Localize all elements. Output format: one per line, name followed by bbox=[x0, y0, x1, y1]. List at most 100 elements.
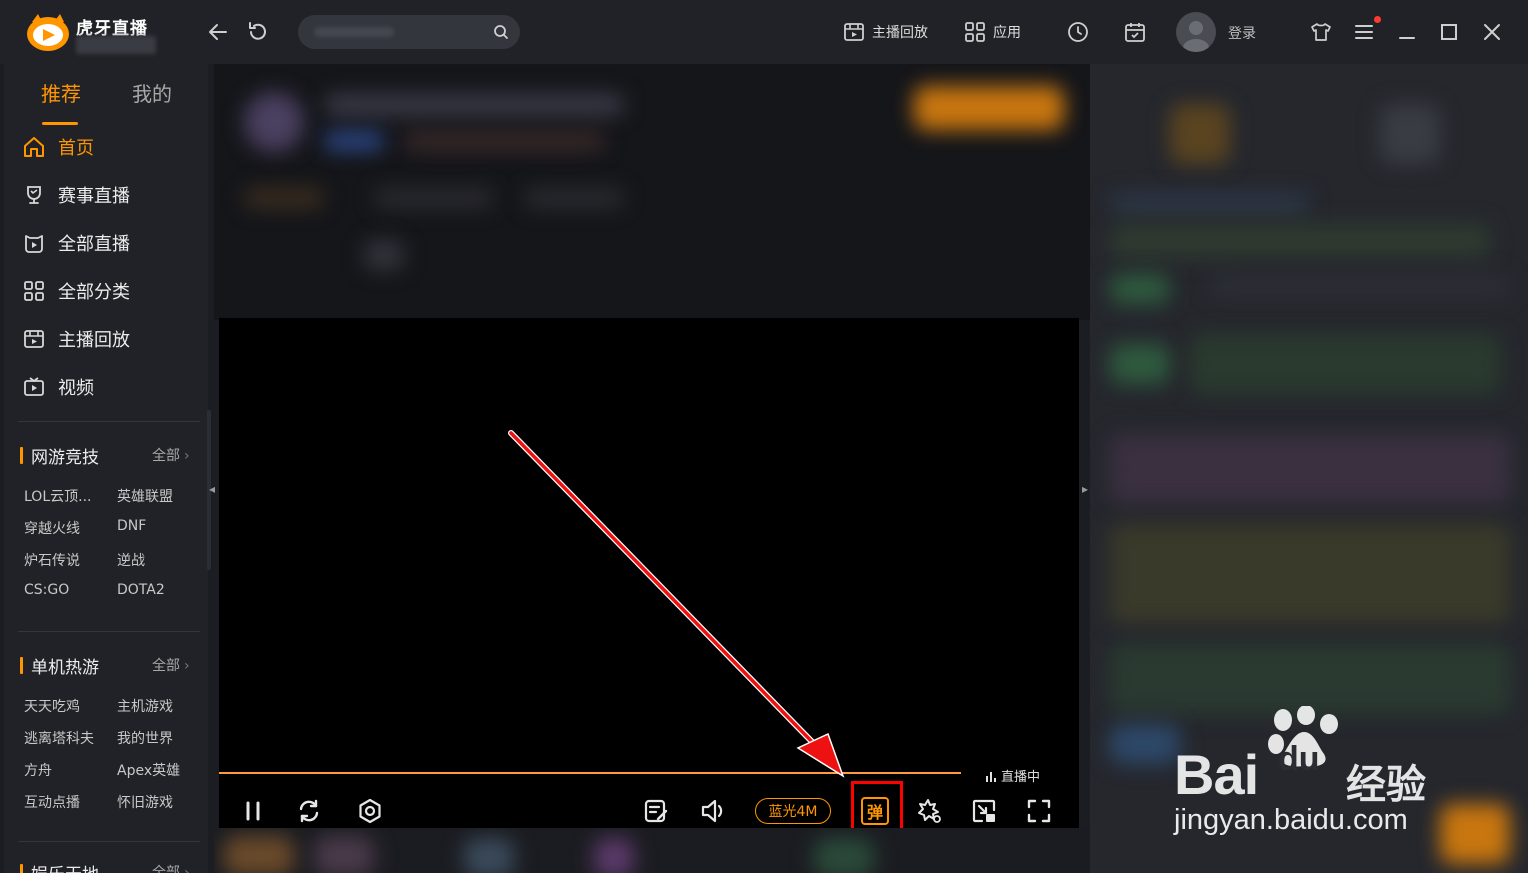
sidebar-item-label: 视频 bbox=[58, 378, 94, 399]
sidebar-item-replay[interactable]: 主播回放 bbox=[22, 324, 130, 354]
quality-button[interactable]: 蓝光4M bbox=[755, 798, 831, 824]
tv-icon bbox=[24, 377, 44, 396]
video-player[interactable]: 直播中 蓝光4M 弹 bbox=[219, 318, 1079, 839]
search-placeholder bbox=[314, 27, 394, 37]
replay-icon bbox=[24, 330, 44, 348]
chevron-right-icon: › bbox=[184, 658, 190, 674]
all-label: 全部 bbox=[152, 448, 180, 464]
section-title-text: 单机热游 bbox=[31, 657, 99, 678]
live-status-text: 直播中 bbox=[1001, 770, 1041, 785]
section-marker bbox=[20, 446, 23, 464]
tab-underline bbox=[42, 122, 78, 125]
gift-bar-blurred bbox=[214, 828, 1090, 873]
live-status: 直播中 bbox=[985, 766, 1040, 785]
category-link[interactable]: DOTA2 bbox=[117, 582, 165, 598]
category-link[interactable]: 逆战 bbox=[117, 550, 145, 570]
volume-icon[interactable] bbox=[698, 796, 728, 826]
tab-recommend[interactable]: 推荐 bbox=[41, 78, 81, 107]
tab-mine[interactable]: 我的 bbox=[132, 78, 172, 107]
history-clock-icon[interactable] bbox=[1066, 20, 1090, 44]
maximize-icon[interactable] bbox=[1437, 20, 1461, 44]
category-link[interactable]: Apex英雄 bbox=[117, 760, 180, 780]
category-link[interactable]: 英雄联盟 bbox=[117, 486, 173, 506]
danmu-toggle-button[interactable]: 弹 bbox=[861, 797, 889, 825]
avatar[interactable] bbox=[1176, 12, 1216, 52]
category-link[interactable]: LOL云顶... bbox=[24, 486, 91, 506]
category-link[interactable]: 方舟 bbox=[24, 760, 52, 780]
chevron-right-icon: › bbox=[184, 448, 190, 464]
category-link[interactable]: 炉石传说 bbox=[24, 550, 80, 570]
replay-label: 主播回放 bbox=[872, 25, 928, 41]
login-link[interactable]: 登录 bbox=[1228, 23, 1256, 43]
all-label: 全部 bbox=[152, 658, 180, 674]
refresh-icon[interactable] bbox=[246, 20, 270, 44]
calendar-icon[interactable] bbox=[1123, 20, 1147, 44]
collapse-right-icon[interactable]: ▸ bbox=[1082, 482, 1088, 496]
section-title-entertainment: 娱乐天地 bbox=[20, 860, 99, 873]
chevron-right-icon: › bbox=[184, 865, 190, 873]
huya-logo-icon[interactable] bbox=[26, 12, 70, 52]
replay-button[interactable]: 主播回放 bbox=[842, 19, 928, 45]
back-arrow-icon[interactable] bbox=[206, 20, 230, 44]
sidebar-item-label: 全部直播 bbox=[58, 234, 130, 255]
skin-shirt-icon[interactable] bbox=[1309, 20, 1333, 44]
category-link[interactable]: DNF bbox=[117, 518, 146, 534]
refresh-icon[interactable] bbox=[294, 796, 324, 826]
section-marker bbox=[20, 863, 23, 873]
search-icon[interactable] bbox=[492, 23, 510, 41]
sidebar-item-label: 全部分类 bbox=[58, 282, 130, 303]
apps-button[interactable]: 应用 bbox=[963, 19, 1021, 45]
section-title-text: 娱乐天地 bbox=[31, 860, 99, 873]
apps-grid-icon bbox=[965, 22, 985, 42]
avatar-icon bbox=[1183, 21, 1209, 52]
sidebar: 推荐 我的 首页 赛事直播 全部直播 全部分类 主播回放 视频 网游竞技 全部 ›… bbox=[4, 64, 208, 873]
section-title-online-games: 网游竞技 bbox=[20, 443, 99, 468]
category-link[interactable]: 怀旧游戏 bbox=[117, 792, 173, 812]
mini-window-icon[interactable] bbox=[969, 796, 999, 826]
watermark-bai: Bai bbox=[1174, 743, 1259, 806]
collapse-left-icon[interactable]: ◂ bbox=[209, 482, 215, 496]
sidebar-item-events[interactable]: 赛事直播 bbox=[22, 180, 130, 210]
category-link[interactable]: 我的世界 bbox=[117, 728, 173, 748]
divider bbox=[18, 841, 200, 842]
category-link[interactable]: 主机游戏 bbox=[117, 696, 173, 716]
category-link[interactable]: 互动点播 bbox=[24, 792, 80, 812]
danmu-settings-icon[interactable] bbox=[641, 796, 671, 826]
menu-icon[interactable] bbox=[1352, 20, 1376, 44]
all-label: 全部 bbox=[152, 865, 180, 873]
category-link[interactable]: 天天吃鸡 bbox=[24, 696, 80, 716]
live-progress-bar bbox=[219, 772, 961, 774]
record-icon[interactable] bbox=[355, 796, 385, 826]
search-input[interactable] bbox=[298, 15, 520, 49]
sidebar-item-home[interactable]: 首页 bbox=[22, 132, 94, 162]
fullscreen-icon[interactable] bbox=[1024, 796, 1054, 826]
trophy-icon bbox=[27, 186, 41, 204]
watermark-jingyan: 经验 bbox=[1346, 762, 1426, 808]
section-all-link[interactable]: 全部 › bbox=[152, 445, 190, 465]
category-link[interactable]: 穿越火线 bbox=[24, 518, 80, 538]
category-link[interactable]: 逃离塔科夫 bbox=[24, 728, 94, 748]
home-icon bbox=[24, 137, 44, 157]
title-bar: 虎牙直播 主播回放 应用 登录 bbox=[0, 0, 1528, 64]
signal-icon bbox=[986, 771, 996, 782]
minimize-icon[interactable] bbox=[1395, 20, 1419, 44]
baidu-watermark: Bai 经验 jingyan.baidu.com du bbox=[1170, 700, 1460, 840]
sidebar-item-all-categories[interactable]: 全部分类 bbox=[22, 276, 130, 306]
section-title-text: 网游竞技 bbox=[31, 447, 99, 468]
pause-icon[interactable] bbox=[238, 796, 268, 826]
sidebar-item-label: 首页 bbox=[58, 138, 94, 159]
replay-icon bbox=[844, 23, 864, 41]
category-grid-icon bbox=[24, 281, 44, 301]
section-marker bbox=[20, 656, 23, 674]
stream-info-blurred bbox=[214, 64, 1090, 320]
close-icon[interactable] bbox=[1480, 20, 1504, 44]
divider bbox=[18, 421, 200, 422]
category-link[interactable]: CS:GO bbox=[24, 582, 69, 598]
sidebar-item-video[interactable]: 视频 bbox=[22, 372, 94, 402]
effects-icon[interactable] bbox=[915, 796, 945, 826]
section-all-link[interactable]: 全部 › bbox=[152, 862, 190, 873]
section-title-single-games: 单机热游 bbox=[20, 653, 99, 678]
section-all-link[interactable]: 全部 › bbox=[152, 655, 190, 675]
apps-label: 应用 bbox=[993, 25, 1021, 41]
sidebar-item-all-live[interactable]: 全部直播 bbox=[22, 228, 130, 258]
